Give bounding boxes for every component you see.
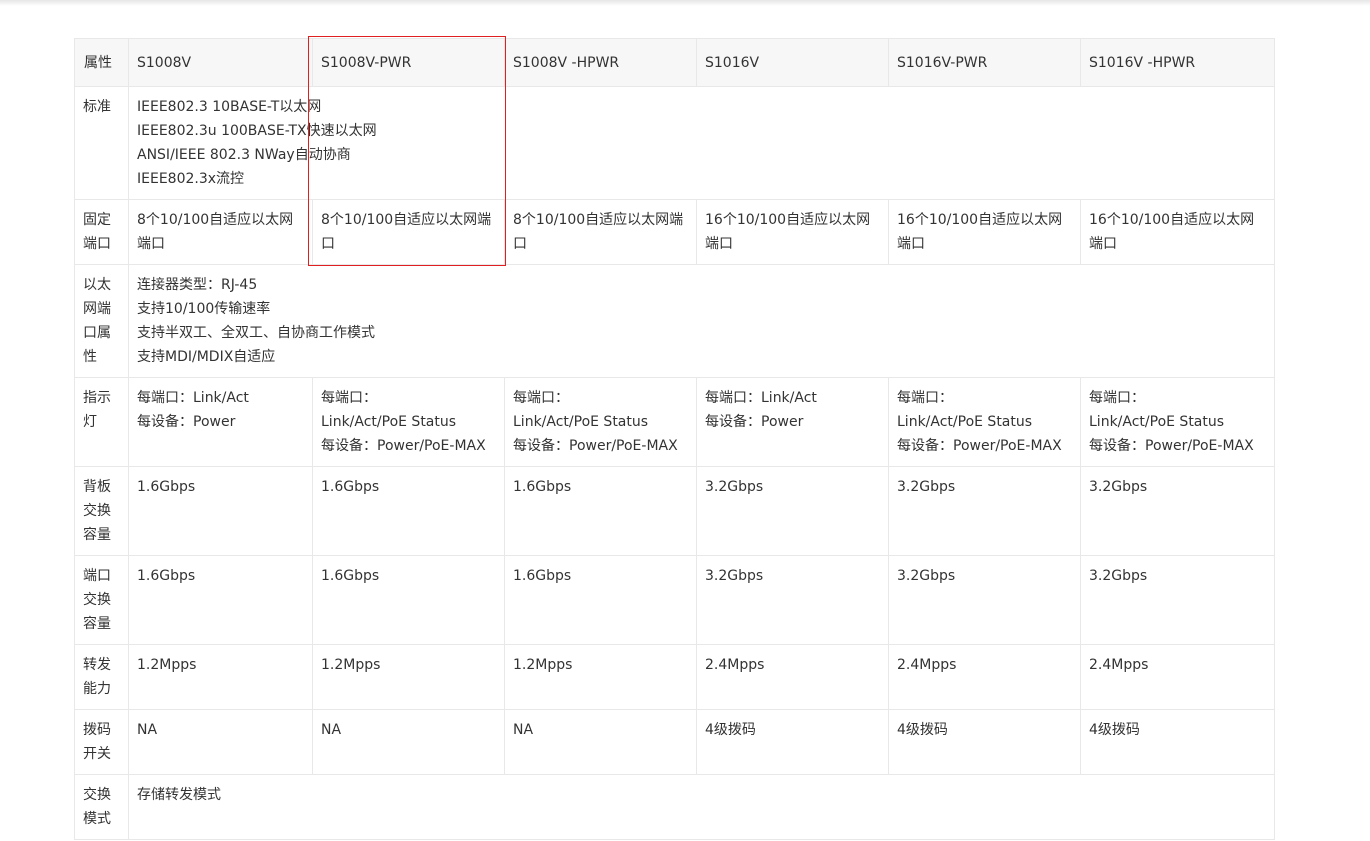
row-forwarding: 转发能力 1.2Mpps 1.2Mpps 1.2Mpps 2.4Mpps 2.4… bbox=[74, 644, 1275, 710]
row-label: 指示灯 bbox=[74, 377, 129, 467]
table-cell: 3.2Gbps bbox=[1080, 466, 1275, 556]
table-cell: 1.6Gbps bbox=[128, 555, 313, 645]
cell-line: 每端口： bbox=[1089, 390, 1145, 406]
table-cell: 2.4Mpps bbox=[888, 644, 1081, 710]
table-cell: 4级拨码 bbox=[696, 709, 889, 775]
table-cell: 1.6Gbps bbox=[504, 555, 697, 645]
eth-props-line: 连接器类型：RJ-45 bbox=[137, 277, 258, 293]
header-model-s1008v-pwr: S1008V-PWR bbox=[312, 38, 505, 87]
table-cell: 1.2Mpps bbox=[504, 644, 697, 710]
table-cell: 每端口： Link/Act/PoE Status 每设备：Power/PoE-M… bbox=[312, 377, 505, 467]
table-cell: 1.2Mpps bbox=[312, 644, 505, 710]
switch-mode-cell: 存储转发模式 bbox=[128, 774, 1275, 840]
table-cell: 2.4Mpps bbox=[1080, 644, 1275, 710]
table-cell: 1.6Gbps bbox=[312, 555, 505, 645]
table-cell: 16个10/100自适应以太网端口 bbox=[888, 199, 1081, 265]
header-model-s1008v-hpwr: S1008V -HPWR bbox=[504, 38, 697, 87]
table-cell: 1.6Gbps bbox=[128, 466, 313, 556]
cell-line: 每设备：Power bbox=[705, 414, 804, 430]
table-cell: 2.4Mpps bbox=[696, 644, 889, 710]
table-cell: 1.6Gbps bbox=[312, 466, 505, 556]
cell-line: 每设备：Power/PoE-MAX bbox=[1089, 438, 1254, 454]
row-label: 背板交换容量 bbox=[74, 466, 129, 556]
standard-line: IEEE802.3 10BASE-T以太网 bbox=[137, 99, 322, 115]
standard-line: ANSI/IEEE 802.3 NWay自动协商 bbox=[137, 147, 351, 163]
header-model-s1016v: S1016V bbox=[696, 38, 889, 87]
cell-line: Link/Act/PoE Status bbox=[897, 414, 1033, 430]
cell-line: Link/Act/PoE Status bbox=[321, 414, 457, 430]
table-cell: 4级拨码 bbox=[888, 709, 1081, 775]
row-label: 端口交换容量 bbox=[74, 555, 129, 645]
table-cell: NA bbox=[128, 709, 313, 775]
table-cell: 每端口：Link/Act 每设备：Power bbox=[128, 377, 313, 467]
cell-line: 每端口：Link/Act bbox=[705, 390, 817, 406]
table-cell: 3.2Gbps bbox=[888, 555, 1081, 645]
row-label: 标准 bbox=[74, 86, 129, 200]
cell-line: 每端口： bbox=[897, 390, 953, 406]
cell-line: 每设备：Power/PoE-MAX bbox=[321, 438, 486, 454]
table-cell: 3.2Gbps bbox=[696, 555, 889, 645]
row-label: 以太网端口属性 bbox=[74, 264, 129, 378]
header-label: 属性 bbox=[74, 38, 129, 87]
row-eth-port-props: 以太网端口属性 连接器类型：RJ-45 支持10/100传输速率 支持半双工、全… bbox=[74, 264, 1275, 378]
header-row: 属性 S1008V S1008V-PWR S1008V -HPWR S1016V… bbox=[74, 38, 1275, 87]
table-cell: 1.2Mpps bbox=[128, 644, 313, 710]
table-cell: 8个10/100自适应以太网端口 bbox=[128, 199, 313, 265]
table-cell: 16个10/100自适应以太网端口 bbox=[1080, 199, 1275, 265]
table-cell: 8个10/100自适应以太网端口 bbox=[312, 199, 505, 265]
cell-line: 每端口： bbox=[513, 390, 569, 406]
row-label: 交换模式 bbox=[74, 774, 129, 840]
row-backplane-capacity: 背板交换容量 1.6Gbps 1.6Gbps 1.6Gbps 3.2Gbps 3… bbox=[74, 466, 1275, 556]
table-cell: 1.6Gbps bbox=[504, 466, 697, 556]
top-shadow bbox=[0, 0, 1370, 6]
cell-line: 每端口：Link/Act bbox=[137, 390, 249, 406]
table-cell: NA bbox=[312, 709, 505, 775]
table-cell: 3.2Gbps bbox=[888, 466, 1081, 556]
header-model-s1016v-hpwr: S1016V -HPWR bbox=[1080, 38, 1275, 87]
table-cell: 16个10/100自适应以太网端口 bbox=[696, 199, 889, 265]
table-cell: 每端口： Link/Act/PoE Status 每设备：Power/PoE-M… bbox=[504, 377, 697, 467]
header-model-s1016v-pwr: S1016V-PWR bbox=[888, 38, 1081, 87]
standard-line: IEEE802.3u 100BASE-TX快速以太网 bbox=[137, 123, 377, 139]
table-cell: 每端口： Link/Act/PoE Status 每设备：Power/PoE-M… bbox=[1080, 377, 1275, 467]
row-indicators: 指示灯 每端口：Link/Act 每设备：Power 每端口： Link/Act… bbox=[74, 377, 1275, 467]
cell-line: 每设备：Power/PoE-MAX bbox=[513, 438, 678, 454]
row-label: 拨码开关 bbox=[74, 709, 129, 775]
row-label: 固定端口 bbox=[74, 199, 129, 265]
table-cell: 3.2Gbps bbox=[1080, 555, 1275, 645]
header-model-s1008v: S1008V bbox=[128, 38, 313, 87]
row-switch-mode: 交换模式 存储转发模式 bbox=[74, 774, 1275, 840]
standard-line: IEEE802.3x流控 bbox=[137, 171, 245, 187]
row-fixed-ports: 固定端口 8个10/100自适应以太网端口 8个10/100自适应以太网端口 8… bbox=[74, 199, 1275, 265]
eth-props-line: 支持MDI/MDIX自适应 bbox=[137, 349, 276, 365]
standard-cell: IEEE802.3 10BASE-T以太网 IEEE802.3u 100BASE… bbox=[128, 86, 1275, 200]
row-label: 转发能力 bbox=[74, 644, 129, 710]
table-cell: 4级拨码 bbox=[1080, 709, 1275, 775]
row-standard: 标准 IEEE802.3 10BASE-T以太网 IEEE802.3u 100B… bbox=[74, 86, 1275, 200]
table-cell: NA bbox=[504, 709, 697, 775]
row-dip-switch: 拨码开关 NA NA NA 4级拨码 4级拨码 4级拨码 bbox=[74, 709, 1275, 775]
eth-props-line: 支持半双工、全双工、自协商工作模式 bbox=[137, 325, 375, 341]
cell-line: 每设备：Power/PoE-MAX bbox=[897, 438, 1062, 454]
cell-line: Link/Act/PoE Status bbox=[513, 414, 649, 430]
table-cell: 3.2Gbps bbox=[696, 466, 889, 556]
table-cell: 每端口： Link/Act/PoE Status 每设备：Power/PoE-M… bbox=[888, 377, 1081, 467]
cell-line: 每设备：Power bbox=[137, 414, 236, 430]
eth-props-cell: 连接器类型：RJ-45 支持10/100传输速率 支持半双工、全双工、自协商工作… bbox=[128, 264, 1275, 378]
eth-props-line: 支持10/100传输速率 bbox=[137, 301, 271, 317]
row-port-capacity: 端口交换容量 1.6Gbps 1.6Gbps 1.6Gbps 3.2Gbps 3… bbox=[74, 555, 1275, 645]
table-cell: 8个10/100自适应以太网端口 bbox=[504, 199, 697, 265]
cell-line: 每端口： bbox=[321, 390, 377, 406]
spec-table: 属性 S1008V S1008V-PWR S1008V -HPWR S1016V… bbox=[74, 38, 1275, 840]
table-cell: 每端口：Link/Act 每设备：Power bbox=[696, 377, 889, 467]
cell-line: Link/Act/PoE Status bbox=[1089, 414, 1225, 430]
